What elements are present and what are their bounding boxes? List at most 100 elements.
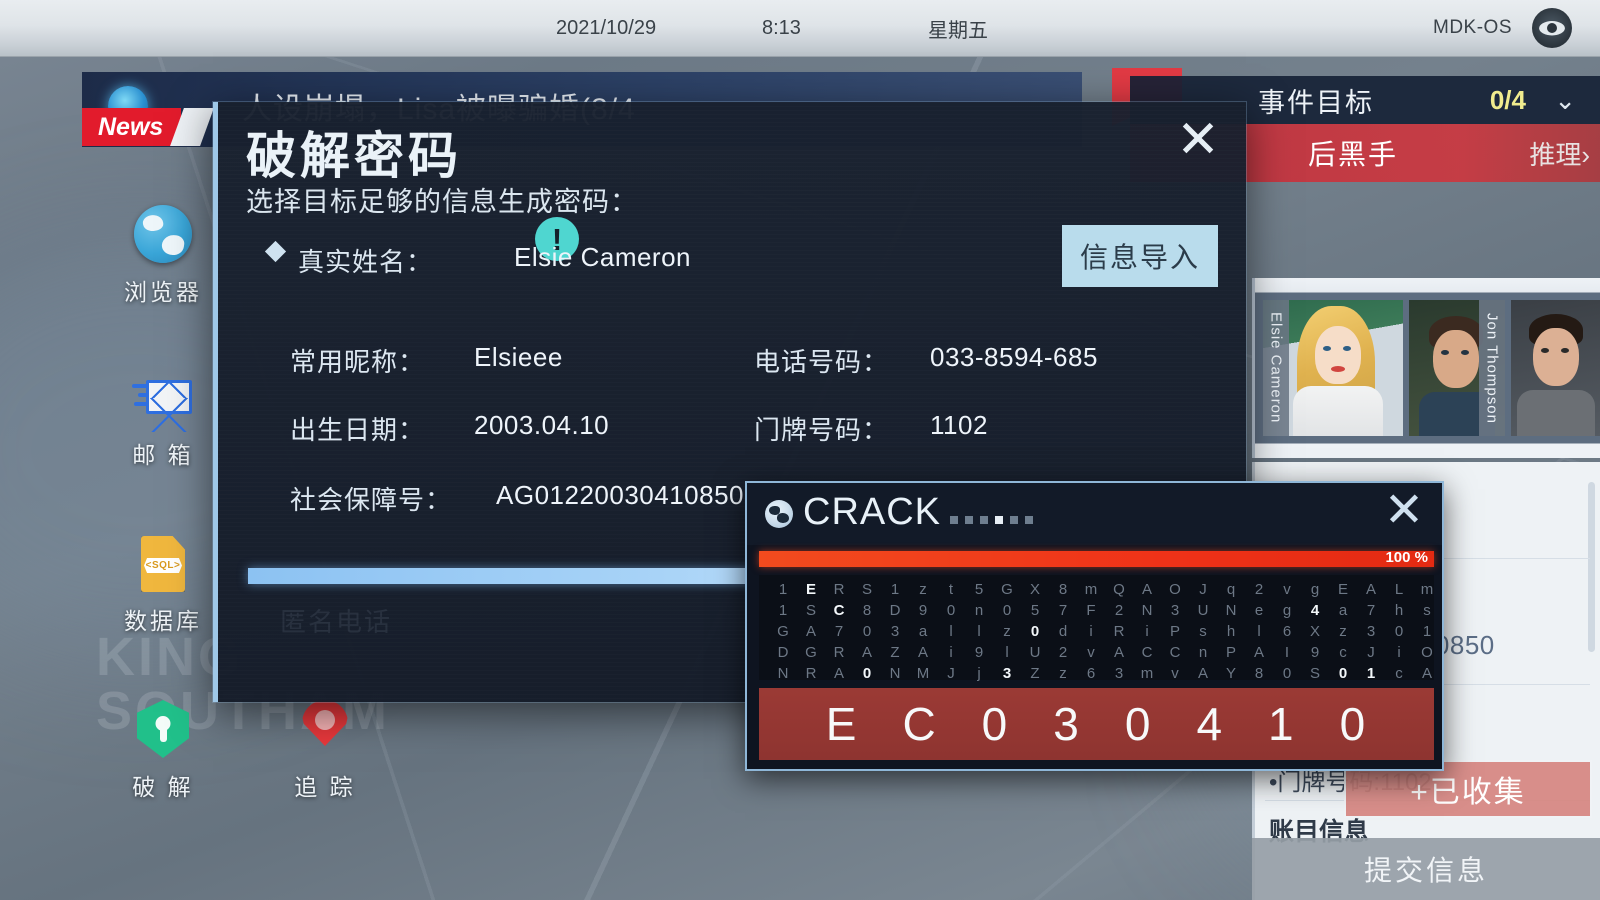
matrix-cell: N [1141, 602, 1153, 619]
field-label-nickname: 常用昵称： [290, 347, 426, 377]
matrix-cell: R [805, 665, 817, 682]
matrix-cell: d [1058, 623, 1068, 640]
crack-character-matrix: 1ERS1zt5GX8mQAOJq2vgEALm1SC8D90n057F2N3U… [759, 575, 1434, 682]
matrix-group: Y80S01cA [1217, 663, 1441, 684]
character-portrait[interactable]: Jon Thompson [1409, 300, 1505, 436]
crack-progress-bar: 100 % [759, 549, 1434, 567]
matrix-cell: F [1086, 602, 1096, 619]
field-value-real-name[interactable]: Elsie Cameron [514, 242, 691, 273]
character-strip[interactable]: Jon Thompson Elsie Cameron [1252, 278, 1600, 458]
matrix-cell: C [1169, 644, 1181, 661]
matrix-cell: 2 [1058, 644, 1068, 661]
map-pin-icon [302, 700, 348, 758]
matrix-cell: 3 [1366, 623, 1376, 640]
field-value-nickname[interactable]: Elsieee [474, 342, 563, 373]
field-label-house-no: 门牌号码： [754, 415, 890, 445]
matrix-cell: 3 [1114, 665, 1124, 682]
matrix-group: Ne g 4 a 7 h s [1217, 600, 1441, 621]
dock-item-browser[interactable]: 浏览器 [98, 205, 228, 307]
dock-item-track[interactable]: 追 踪 [260, 700, 390, 802]
matrix-group: GX 8mQAO J [993, 579, 1217, 600]
matrix-cell: S [861, 581, 872, 598]
matrix-cell: 4 [1310, 602, 1320, 619]
matrix-cell: 1 [778, 602, 788, 619]
submit-info-button[interactable]: 提交信息 [1252, 838, 1600, 900]
field-label-birthdate: 出生日期： [290, 415, 426, 445]
loading-dots-icon [950, 516, 1033, 524]
field-value-birthdate[interactable]: 2003.04.10 [474, 410, 609, 441]
matrix-cell: m [1084, 581, 1098, 598]
matrix-group: 1ERS1zt5 [769, 579, 993, 600]
matrix-cell: G [777, 623, 789, 640]
field-value-house-no[interactable]: 1102 [930, 410, 988, 441]
matrix-cell: 8 [862, 602, 872, 619]
matrix-cell: 1 [890, 581, 900, 598]
dock-item-crack[interactable]: 破 解 [98, 700, 228, 802]
matrix-cell: l [949, 623, 953, 640]
inference-link[interactable]: 推理› [1529, 135, 1590, 172]
matrix-cell: U [1197, 602, 1209, 619]
panel-scrollbar[interactable] [1588, 482, 1595, 652]
matrix-group: GA 7 0 3 a l l [769, 621, 993, 642]
matrix-cell: 0 [862, 623, 872, 640]
field-value-phone[interactable]: 033-8594-685 [930, 342, 1098, 373]
matrix-row: NRA0NMJj3Zz63mvAY80S01cA [769, 663, 1432, 684]
matrix-cell: 7 [1058, 602, 1068, 619]
matrix-cell: I [1284, 644, 1290, 661]
matrix-cell: A [833, 665, 844, 682]
crack-window-header: CRACK ✕ [747, 483, 1442, 545]
matrix-cell: h [1226, 623, 1236, 640]
matrix-cell: i [1145, 623, 1149, 640]
matrix-cell: q [1226, 581, 1236, 598]
matrix-cell: m [1140, 665, 1154, 682]
matrix-cell: z [1339, 623, 1347, 640]
matrix-cell: v [1087, 644, 1095, 661]
dock-item-mail[interactable]: 邮 箱 [98, 368, 228, 470]
password-char: 0 [1124, 698, 1153, 750]
matrix-cell: a [1338, 602, 1348, 619]
matrix-cell: E [1337, 581, 1348, 598]
objectives-banner-text: 后黑手 [1308, 139, 1399, 170]
matrix-cell: 6 [1282, 623, 1292, 640]
character-name: Jon Thompson [1479, 300, 1505, 436]
matrix-group: DGRAZAi9 [769, 642, 993, 663]
character-portrait-elsie[interactable]: Elsie Cameron [1263, 300, 1403, 436]
character-portrait[interactable] [1511, 300, 1600, 436]
matrix-cell: s [1199, 623, 1207, 640]
matrix-cell: 0 [862, 665, 872, 682]
mail-icon [132, 368, 192, 432]
matrix-cell: g [1310, 581, 1320, 598]
matrix-cell: A [805, 623, 816, 640]
matrix-cell: i [1397, 644, 1401, 661]
matrix-cell: 0 [1030, 623, 1040, 640]
matrix-cell: N [1225, 602, 1237, 619]
matrix-cell: 3 [1002, 665, 1012, 682]
matrix-cell: Q [1113, 581, 1125, 598]
matrix-cell: 1 [778, 581, 788, 598]
matrix-cell: J [1367, 644, 1375, 661]
dock-item-database[interactable]: <SQL> 数据库 [98, 535, 228, 636]
matrix-cell: 0 [1282, 665, 1292, 682]
matrix-cell: C [1141, 644, 1153, 661]
matrix-cell: R [833, 644, 845, 661]
matrix-cell: 1 [1366, 665, 1376, 682]
crack-progress-label: 100 % [1385, 549, 1428, 566]
matrix-group: PA I 9 c Ji O [1217, 642, 1441, 663]
chevron-down-icon[interactable]: ⌄ [1554, 85, 1576, 116]
matrix-cell: 0 [946, 602, 956, 619]
matrix-cell: e [1254, 602, 1264, 619]
field-value-ssn[interactable]: AG01220030410850 [496, 480, 744, 511]
matrix-cell: 7 [1366, 602, 1376, 619]
status-time: 8:13 [762, 16, 801, 39]
matrix-group: z 0 d i Ri Ps [993, 621, 1217, 642]
close-x-icon[interactable]: ✕ [1380, 487, 1428, 537]
matrix-cell: J [1199, 581, 1207, 598]
matrix-group: NRA0NMJj [769, 663, 993, 684]
import-info-button[interactable]: 信息导入 [1062, 225, 1218, 287]
matrix-cell: 2 [1114, 602, 1124, 619]
matrix-cell: i [1089, 623, 1093, 640]
field-label-real-name: 真实姓名： [298, 247, 434, 277]
close-x-icon[interactable]: ✕ [1172, 114, 1224, 168]
matrix-row: 1ERS1zt5GX8mQAOJq2vgEALm [769, 579, 1433, 600]
eye-logo-icon[interactable] [1532, 8, 1572, 48]
